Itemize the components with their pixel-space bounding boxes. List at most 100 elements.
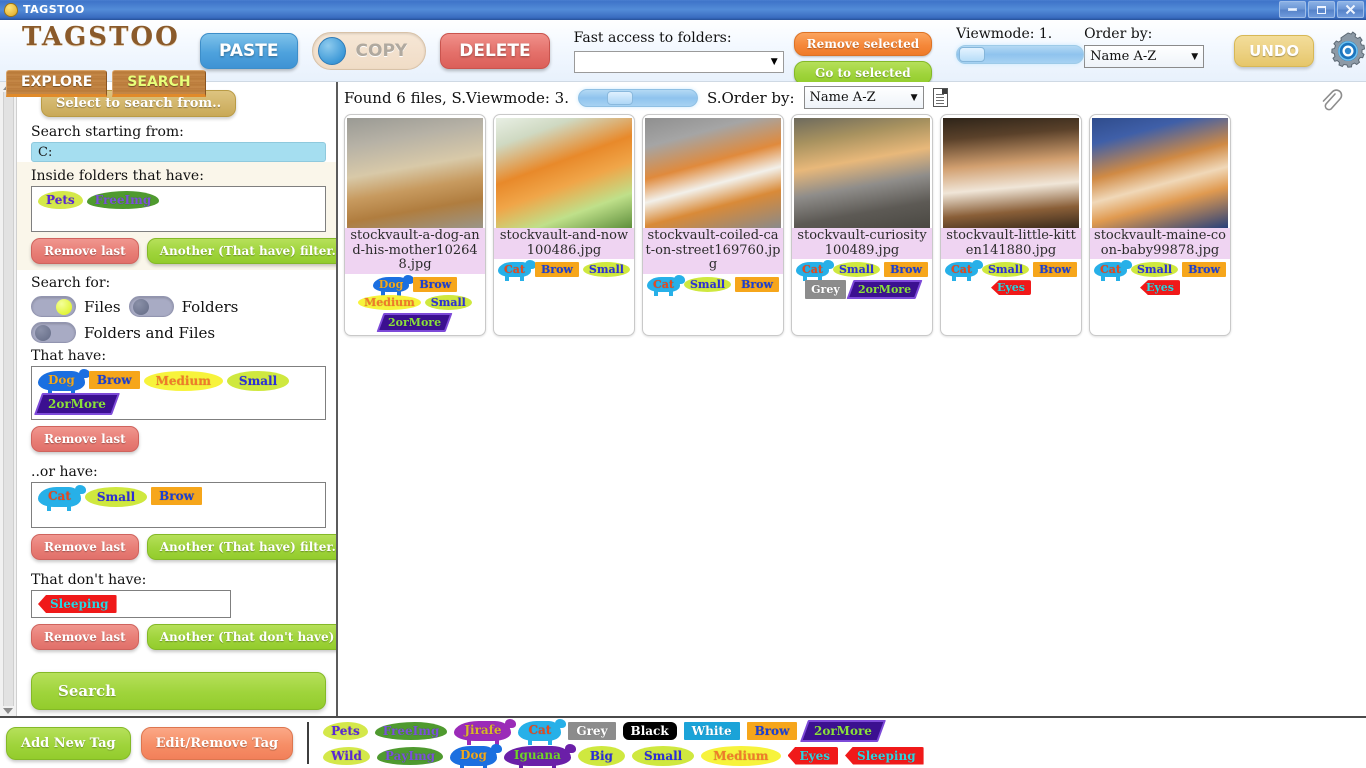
dont-have-another-filter-button[interactable]: Another (That don't have) filter.. [146,624,336,650]
tag-chip[interactable]: Sleeping [38,595,117,613]
tag-chip[interactable]: Grey [805,280,846,300]
tag-chip[interactable]: Brow [735,276,779,292]
tag-chip[interactable]: Black [622,721,677,740]
tag-chip[interactable]: Brow [151,487,202,505]
tag-chip[interactable]: PayImg [376,746,444,765]
dont-have-remove-last-button[interactable]: Remove last [31,624,139,650]
gear-icon[interactable] [1328,30,1366,71]
result-card[interactable]: stockvault-little-kitten141880.jpg Cat Sma… [940,114,1082,336]
edit-remove-tag-button[interactable]: Edit/Remove Tag [140,726,294,760]
tab-explore[interactable]: EXPLORE [6,70,108,97]
inside-remove-last-button[interactable]: Remove last [31,238,139,264]
inside-another-filter-button[interactable]: Another (That have) filter.. [146,238,336,264]
list-view-icon[interactable] [932,88,948,107]
tag-chip[interactable]: 2orMore [846,280,923,300]
s-order-by-select[interactable]: Name A-Z ▼ [803,86,924,109]
thumbnail-image[interactable] [943,118,1079,228]
thumbnail-image[interactable] [794,118,930,228]
toggle-folders[interactable] [128,296,174,317]
tag-chip[interactable]: Small [424,294,472,310]
remove-selected-button[interactable]: Remove selected [793,32,933,56]
tag-chip[interactable]: FreeImg [86,191,160,209]
tag-chip[interactable]: Grey [568,721,616,740]
delete-button[interactable]: DELETE [440,32,550,69]
tag-chip[interactable]: Jirafe [454,718,517,745]
scroll-down-arrow-icon[interactable] [3,708,13,714]
tag-chip[interactable]: Wild [323,746,370,765]
undo-button[interactable]: UNDO [1234,34,1315,67]
tag-chip[interactable]: Dog [38,369,90,395]
tag-chip[interactable]: Dog [372,274,415,296]
or-have-another-filter-button[interactable]: Another (That have) filter.. [146,534,336,560]
viewmode-slider-thumb[interactable] [959,47,986,62]
tag-chip[interactable]: Cat [945,260,983,282]
tag-chip[interactable]: 2orMore [800,719,887,742]
tag-chip[interactable]: Cat [518,718,567,745]
tag-chip[interactable]: Small [84,487,148,507]
copy-toggle[interactable]: COPY [311,31,427,70]
result-card[interactable]: stockvault-and-now100486.jpg Cat Brow Small [493,114,635,336]
tag-chip[interactable]: Small [683,276,732,292]
paperclip-icon[interactable] [1318,88,1344,114]
tag-chip[interactable]: 2orMore [33,393,120,415]
tag-chip[interactable]: Small [981,262,1030,278]
tag-chip[interactable]: Cat [647,274,685,296]
tag-chip[interactable]: Brow [1033,262,1077,278]
thumbnail-image[interactable] [1092,118,1228,228]
result-card[interactable]: stockvault-maine-coon-baby99878.jpg Cat Sm… [1089,114,1231,336]
toggle-files[interactable] [31,296,76,317]
tag-chip[interactable]: Eyes [1140,280,1180,296]
s-viewmode-slider-thumb[interactable] [607,90,633,105]
scrollbar-track[interactable] [2,92,14,706]
tag-chip[interactable]: Medium [358,294,421,310]
tag-chip[interactable]: Cat [796,260,834,282]
that-have-remove-last-button[interactable]: Remove last [31,426,139,452]
tag-chip[interactable]: Brow [1182,262,1226,278]
toggle-folders-and-files[interactable] [31,322,76,343]
tag-chip[interactable]: Cat [498,260,536,282]
tag-chip[interactable]: Eyes [991,280,1031,296]
tag-chip[interactable]: Cat [38,485,86,511]
dont-have-tagbox[interactable]: Sleeping [31,590,231,618]
or-have-tagbox[interactable]: Cat Small Brow [31,482,326,528]
tag-chip[interactable]: Medium [701,745,781,766]
tag-chip[interactable]: Eyes [787,746,839,765]
tag-chip[interactable]: 2orMore [376,312,454,332]
thumbnail-image[interactable] [645,118,781,228]
close-button[interactable] [1337,1,1364,18]
result-card[interactable]: stockvault-curiosity100489.jpg Cat Small Br… [791,114,933,336]
tag-chip[interactable]: Brow [884,262,928,278]
result-card[interactable]: stockvault-a-dog-and-his-mother102648.jp… [344,114,486,336]
tag-chip[interactable]: Cat [1094,260,1132,282]
thumbnail-image[interactable] [347,118,483,228]
tag-chip[interactable]: Brow [746,721,798,740]
tag-chip[interactable]: Brow [534,262,579,278]
tag-chip[interactable]: Small [1130,262,1179,278]
tag-chip[interactable]: Brow [413,276,458,292]
minimize-button[interactable] [1279,1,1306,18]
s-viewmode-slider[interactable] [578,88,698,107]
order-by-select[interactable]: Name A-Z ▼ [1084,45,1205,68]
paste-button[interactable]: PASTE [200,32,298,69]
add-new-tag-button[interactable]: Add New Tag [6,726,131,760]
or-have-remove-last-button[interactable]: Remove last [31,534,139,560]
tag-chip[interactable]: Pets [323,721,368,740]
thumbnail-image[interactable] [496,118,632,228]
tag-chip[interactable]: Brow [88,371,140,389]
tag-chip[interactable]: Big [577,745,625,766]
tag-chip[interactable]: Small [832,262,881,278]
maximize-button[interactable] [1308,1,1335,18]
that-have-tagbox[interactable]: Dog Brow Medium Small 2orMore [31,366,326,420]
tag-chip[interactable]: Small [631,745,695,766]
sidebar-scrollbar[interactable] [0,82,17,716]
search-starting-from-input[interactable]: C: [31,142,326,162]
tag-chip[interactable]: White [683,721,740,740]
tag-chip[interactable]: Dog [450,743,502,768]
fast-access-select[interactable]: ▼ [573,51,784,73]
tag-chip[interactable]: Sleeping [845,746,924,765]
search-button[interactable]: Search [31,672,326,710]
tag-chip[interactable]: Medium [143,371,223,391]
tag-chip[interactable]: Iguana [503,743,576,768]
tab-search[interactable]: SEARCH [112,70,206,97]
tag-chip[interactable]: Small [226,371,290,391]
